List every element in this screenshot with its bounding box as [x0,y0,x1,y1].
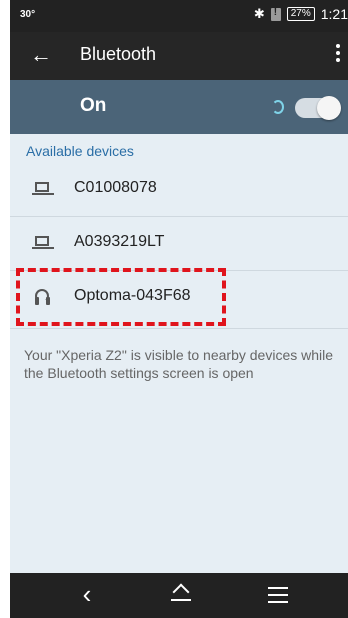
sim-alert-icon [270,7,281,21]
device-item[interactable]: C01008078 [10,164,348,216]
overflow-menu-button[interactable] [332,42,344,70]
back-button[interactable]: ← [26,40,56,70]
device-name: C01008078 [74,179,157,196]
available-devices-header: Available devices [26,143,134,159]
status-icons: ✱ 27% 1:21 [254,6,348,22]
nav-back-button[interactable]: ‹ [72,579,102,609]
nav-recent-apps-icon [268,587,288,603]
nav-back-icon: ‹ [82,579,92,609]
divider [10,216,348,217]
highlight-annotation [16,268,226,326]
divider [10,328,348,329]
arrow-left-icon: ← [30,42,52,67]
device-item[interactable]: A0393219LT [10,218,348,270]
navigation-bar: ‹ [10,573,348,618]
status-temperature: 30° [20,9,36,20]
bluetooth-master-switch-bar[interactable]: On [10,80,348,134]
phone-screen: 30° ✱ 27% 1:21 ← Bluetooth On Available … [10,0,348,618]
laptop-icon [32,236,54,252]
bluetooth-toggle[interactable] [295,96,341,120]
more-vert-icon [332,44,344,62]
status-bar: 30° ✱ 27% 1:21 [10,0,348,32]
bluetooth-state-label: On [80,95,107,116]
scanning-spinner-icon [272,100,284,114]
nav-home-button[interactable] [168,581,194,607]
toggle-knob [317,96,341,120]
device-name: A0393219LT [74,233,165,250]
battery-icon: 27% [286,7,315,21]
nav-recent-apps-button[interactable] [268,587,288,603]
visibility-info-text: Your "Xperia Z2" is visible to nearby de… [24,347,334,381]
page-title: Bluetooth [80,44,157,64]
bluetooth-icon: ✱ [253,6,265,21]
app-bar: ← Bluetooth [10,32,348,80]
laptop-icon [32,182,54,198]
status-time: 1:21 [320,6,348,22]
